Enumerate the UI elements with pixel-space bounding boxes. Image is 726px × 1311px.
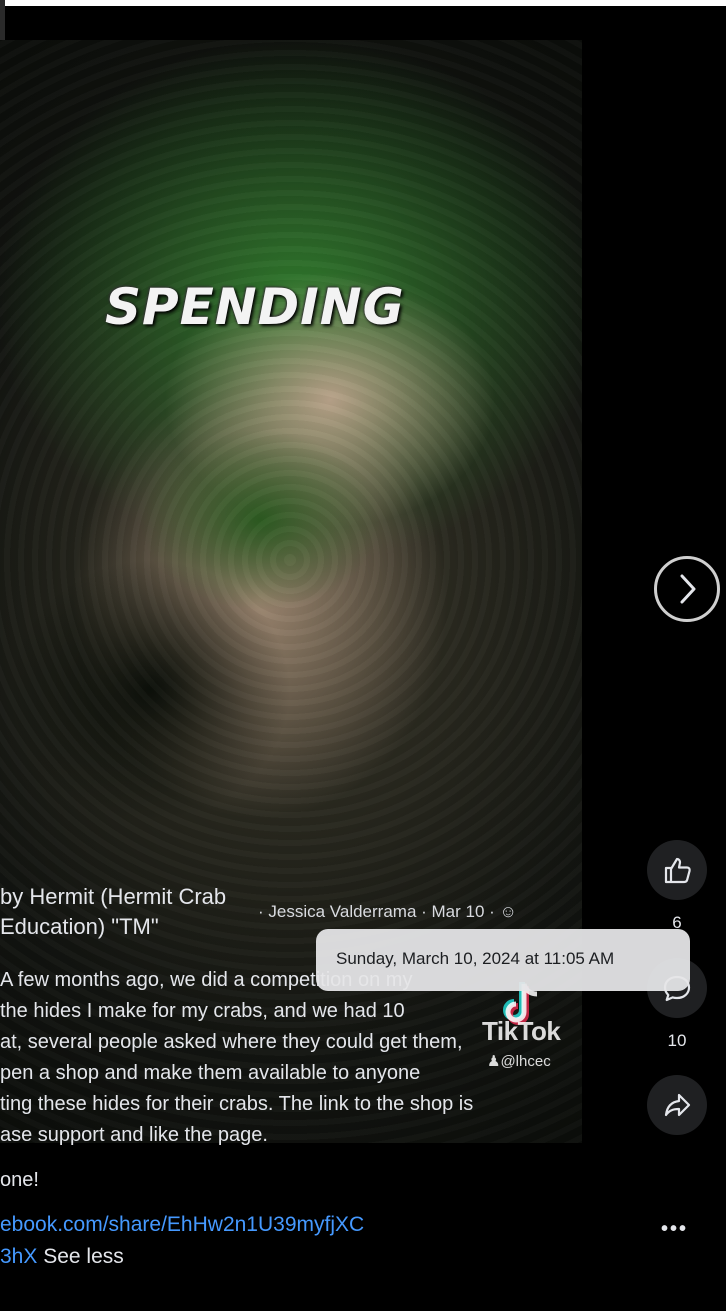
more-options-button[interactable]: ••• — [661, 1218, 688, 1241]
caption-line: ting these hides for their crabs. The li… — [0, 1093, 474, 1115]
chevron-right-icon — [680, 574, 696, 604]
share-button[interactable] — [647, 1075, 707, 1135]
thumbs-up-icon — [664, 857, 691, 884]
post-meta: · Jessica Valderrama · Mar 10 · ☺ — [258, 902, 517, 922]
shop-link[interactable]: ebook.com/share/EhHw2n1U39myfjXC — [0, 1213, 364, 1237]
caption-line: at, several people asked where they coul… — [0, 1031, 463, 1053]
author-name-line1[interactable]: by Hermit (Hermit Crab — [0, 882, 262, 912]
caption-line: ase support and like the page. — [0, 1124, 268, 1146]
top-bar — [0, 0, 726, 6]
next-button[interactable] — [654, 556, 720, 622]
share-icon — [664, 1093, 691, 1117]
author-name-line2[interactable]: Education) "TM" — [0, 912, 262, 942]
timestamp-tooltip: Sunday, March 10, 2024 at 11:05 AM — [316, 929, 690, 991]
caption-line: pen a shop and make them available to an… — [0, 1062, 421, 1084]
see-less-button[interactable]: See less — [43, 1245, 124, 1268]
comment-count: 10 — [667, 1031, 687, 1050]
shop-link-continued: 3hX See less — [0, 1245, 124, 1269]
video-overlay-text: SPENDING — [105, 278, 405, 336]
page-author[interactable]: by Hermit (Hermit Crab Education) "TM" — [0, 882, 262, 942]
like-button[interactable] — [647, 840, 707, 900]
post-meta-text[interactable]: · Jessica Valderrama · Mar 10 · — [258, 902, 495, 921]
caption-line: the hides I make for my crabs, and we ha… — [0, 1000, 405, 1022]
post-caption: A few months ago, we did a competition o… — [0, 965, 580, 1151]
shop-link-end[interactable]: 3hX — [0, 1245, 37, 1268]
globe-icon: ☺ — [499, 902, 517, 921]
caption-closing: one! — [0, 1169, 39, 1191]
